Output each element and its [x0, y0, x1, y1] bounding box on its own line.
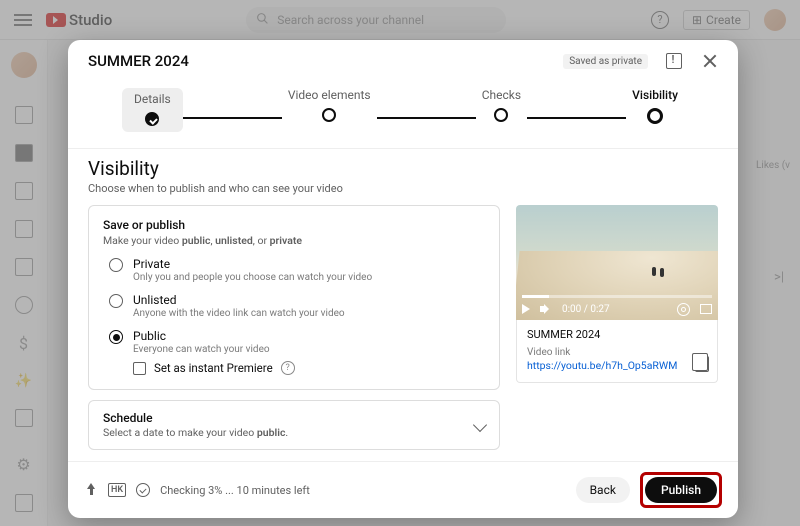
step-visibility-label: Visibility: [632, 88, 678, 102]
step-elements-label: Video elements: [288, 88, 371, 102]
video-meta-panel: SUMMER 2024 Video link https://youtu.be/…: [516, 320, 718, 383]
option-label: Private: [133, 257, 372, 271]
premiere-label: Set as instant Premiere: [154, 361, 273, 375]
play-icon[interactable]: [522, 304, 530, 314]
volume-icon[interactable]: [540, 304, 552, 314]
help-icon[interactable]: ?: [281, 361, 295, 375]
publish-highlight: Publish: [640, 472, 722, 508]
checkbox-icon: [133, 362, 146, 375]
player-time: 0:00 / 0:27: [562, 304, 610, 315]
upload-progress-icon: [84, 483, 98, 497]
dialog-title: SUMMER 2024: [88, 52, 189, 70]
video-preview-player[interactable]: 0:00 / 0:27: [516, 205, 718, 320]
fullscreen-icon[interactable]: [700, 304, 712, 314]
option-desc: Anyone with the video link can watch you…: [133, 308, 345, 319]
option-private[interactable]: Private Only you and people you choose c…: [103, 257, 485, 283]
upload-dialog: SUMMER 2024 Saved as private Details Vid…: [68, 40, 738, 518]
option-label: Unlisted: [133, 293, 345, 307]
back-button[interactable]: Back: [576, 477, 630, 503]
saved-status-pill: Saved as private: [563, 54, 648, 69]
option-desc: Everyone can watch your video: [133, 344, 270, 355]
radio-icon: [109, 294, 123, 308]
chevron-down-icon: [473, 418, 487, 432]
hd-badge-icon: HK: [108, 483, 126, 497]
radio-icon: [109, 258, 123, 272]
step-dot-icon: [494, 108, 508, 122]
save-or-publish-card: Save or publish Make your video public, …: [88, 205, 500, 390]
option-label: Public: [133, 329, 270, 343]
copy-link-icon[interactable]: [695, 356, 709, 372]
step-checks[interactable]: Checks: [476, 88, 527, 132]
schedule-title: Schedule: [103, 411, 288, 425]
visibility-subtitle: Choose when to publish and who can see y…: [88, 182, 718, 195]
card-title: Save or publish: [103, 218, 485, 232]
step-details[interactable]: Details: [122, 88, 183, 132]
close-icon[interactable]: [702, 53, 718, 69]
checks-progress-icon: [136, 483, 150, 497]
publish-button[interactable]: Publish: [645, 477, 717, 503]
schedule-card[interactable]: Schedule Select a date to make your vide…: [88, 400, 500, 450]
schedule-subtitle: Select a date to make your video public.: [103, 426, 288, 439]
step-video-elements[interactable]: Video elements: [282, 88, 377, 132]
step-details-label: Details: [134, 92, 171, 106]
upload-status-text: Checking 3% ... 10 minutes left: [160, 484, 310, 497]
dialog-header: SUMMER 2024 Saved as private: [68, 40, 738, 80]
video-link-label: Video link: [527, 347, 707, 358]
option-desc: Only you and people you choose can watch…: [133, 272, 372, 283]
upload-stepper: Details Video elements Checks Visibility: [68, 80, 738, 149]
send-feedback-icon[interactable]: [666, 53, 682, 69]
radio-selected-icon: [109, 330, 123, 344]
step-current-icon: [647, 108, 663, 124]
option-unlisted[interactable]: Unlisted Anyone with the video link can …: [103, 293, 485, 319]
step-visibility[interactable]: Visibility: [626, 88, 684, 132]
visibility-heading: Visibility: [88, 157, 718, 180]
step-done-icon: [145, 112, 159, 126]
dialog-body[interactable]: Visibility Choose when to publish and wh…: [68, 149, 738, 461]
step-checks-label: Checks: [482, 88, 521, 102]
step-dot-icon: [322, 108, 336, 122]
option-public[interactable]: Public Everyone can watch your video: [103, 329, 485, 355]
player-controls: 0:00 / 0:27: [516, 298, 718, 320]
dialog-footer: HK Checking 3% ... 10 minutes left Back …: [68, 461, 738, 518]
preview-video-title: SUMMER 2024: [527, 328, 707, 341]
instant-premiere-row[interactable]: Set as instant Premiere ?: [133, 361, 485, 375]
card-subtitle: Make your video public, unlisted, or pri…: [103, 234, 485, 247]
video-link[interactable]: https://youtu.be/h7h_Op5aRWM: [527, 359, 707, 372]
settings-icon[interactable]: [677, 303, 690, 316]
